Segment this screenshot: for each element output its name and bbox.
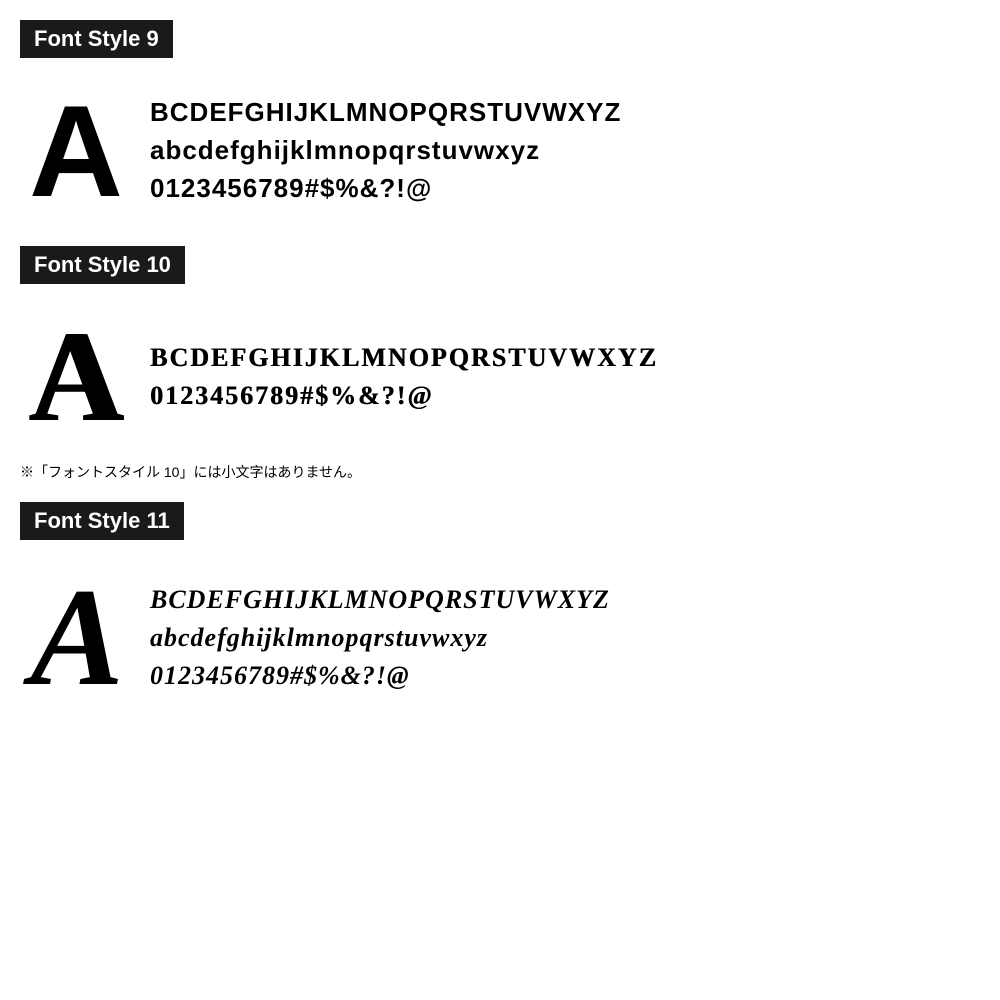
font-style-11-line-2: abcdefghijklmnopqrstuvwxyz xyxy=(150,619,610,657)
font-style-10-demo: A BCDEFGHIJKLMNOPQRSTUVWXYZ 0123456789#$… xyxy=(20,302,980,452)
font-style-10-title: Font Style 10 xyxy=(20,246,185,284)
font-style-10-note: ※「フォントスタイル 10」には小文字はありません。 xyxy=(20,462,980,482)
font-style-9-section: Font Style 9 A BCDEFGHIJKLMNOPQRSTUVWXYZ… xyxy=(20,20,980,226)
font-style-11-section: Font Style 11 A BCDEFGHIJKLMNOPQRSTUVWXY… xyxy=(20,502,980,718)
font-style-11-line-1: BCDEFGHIJKLMNOPQRSTUVWXYZ xyxy=(150,581,610,619)
font-style-9-big-letter: A xyxy=(20,86,130,216)
page-container: Font Style 9 A BCDEFGHIJKLMNOPQRSTUVWXYZ… xyxy=(0,0,1000,1000)
font-style-10-section: Font Style 10 A BCDEFGHIJKLMNOPQRSTUVWXY… xyxy=(20,246,980,482)
font-style-10-line-1: BCDEFGHIJKLMNOPQRSTUVWXYZ xyxy=(150,339,658,377)
font-style-9-line-1: BCDEFGHIJKLMNOPQRSTUVWXYZ xyxy=(150,94,621,132)
font-style-9-line-2: abcdefghijklmnopqrstuvwxyz xyxy=(150,132,621,170)
font-style-9-line-3: 0123456789#$%&?!@ xyxy=(150,170,621,208)
font-style-11-title: Font Style 11 xyxy=(20,502,184,540)
font-style-9-demo: A BCDEFGHIJKLMNOPQRSTUVWXYZ abcdefghijkl… xyxy=(20,76,980,226)
font-style-10-big-letter: A xyxy=(20,312,130,442)
font-style-9-title: Font Style 9 xyxy=(20,20,173,58)
font-style-11-big-letter: A xyxy=(20,568,130,708)
font-style-10-chars: BCDEFGHIJKLMNOPQRSTUVWXYZ 0123456789#$%&… xyxy=(150,339,658,414)
font-style-11-demo: A BCDEFGHIJKLMNOPQRSTUVWXYZ abcdefghijkl… xyxy=(20,558,980,718)
font-style-9-chars: BCDEFGHIJKLMNOPQRSTUVWXYZ abcdefghijklmn… xyxy=(150,94,621,207)
font-style-10-line-2: 0123456789#$%&?!@ xyxy=(150,377,658,415)
font-style-11-chars: BCDEFGHIJKLMNOPQRSTUVWXYZ abcdefghijklmn… xyxy=(150,581,610,694)
font-style-11-line-3: 0123456789#$%&?!@ xyxy=(150,657,610,695)
